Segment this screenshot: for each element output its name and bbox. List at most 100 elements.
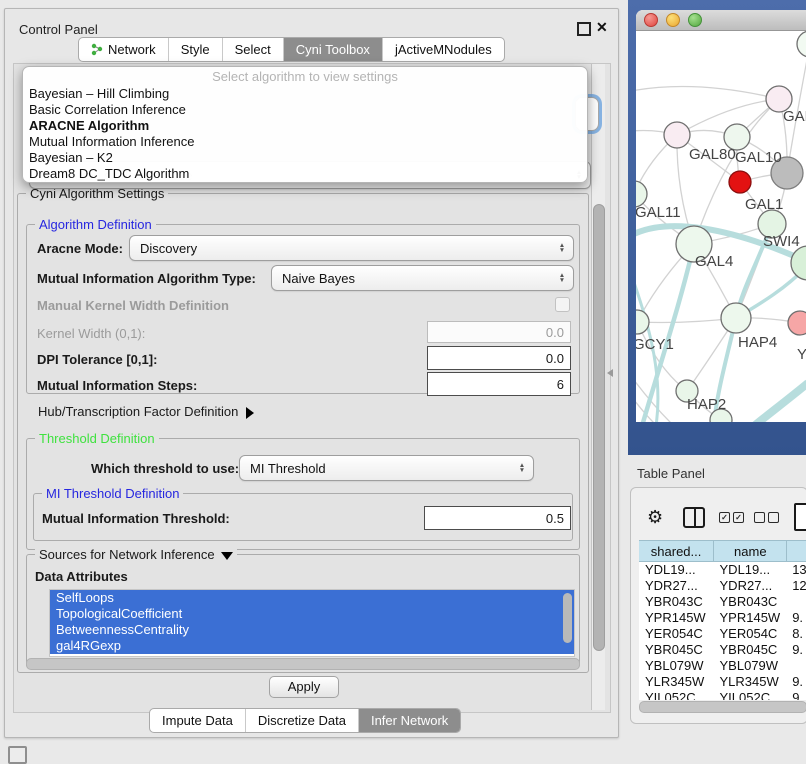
mi-threshold-group: MI Threshold Definition Mutual Informati… — [33, 493, 573, 541]
group-title: Threshold Definition — [35, 431, 159, 446]
table-row[interactable]: YBR045CYBR045C9. — [639, 642, 806, 658]
hub-definition-label: Hub/Transcription Factor Definition — [38, 404, 238, 419]
sources-group-title[interactable]: Sources for Network Inference — [35, 547, 237, 562]
combo-arrows-icon: ▲▼ — [555, 243, 569, 253]
dpi-tolerance-label: DPI Tolerance [0,1]: — [37, 352, 157, 367]
dpi-tolerance-field[interactable]: 0.0 — [427, 346, 571, 370]
combo-arrows-icon: ▲▼ — [555, 273, 569, 283]
table-row[interactable]: YBL079WYBL079W — [639, 658, 806, 674]
algorithm-dropdown-list: Select algorithm to view settings Bayesi… — [22, 66, 588, 183]
table-row[interactable]: YLR345WYLR345W9. — [639, 674, 806, 690]
column-layout-icon[interactable] — [683, 507, 705, 528]
minimize-traffic-light-icon[interactable] — [666, 13, 680, 27]
file-icon[interactable] — [794, 503, 806, 531]
tab-label: Infer Network — [371, 709, 448, 732]
table-row[interactable]: YBR043CYBR043C — [639, 594, 806, 610]
node-label: GAL11 — [636, 204, 681, 221]
manual-kernel-checkbox[interactable] — [555, 297, 570, 312]
column-header-partial[interactable] — [787, 540, 806, 562]
tab-label: Cyni Toolbox — [296, 38, 370, 61]
mini-panel-icon[interactable] — [8, 746, 27, 764]
dropdown-item[interactable]: Bayesian – K2 — [29, 150, 113, 165]
table-header: shared... name — [639, 540, 806, 562]
apply-button[interactable]: Apply — [269, 676, 339, 698]
list-item[interactable]: gal4RGexp — [50, 638, 574, 654]
dropdown-item[interactable]: Bayesian – Hill Climbing — [29, 86, 169, 101]
which-threshold-combo[interactable]: MI Threshold ▲▼ — [239, 455, 534, 481]
tab-label: Select — [235, 38, 271, 61]
splitter-collapse-icon[interactable] — [607, 369, 613, 377]
zoom-traffic-light-icon[interactable] — [688, 13, 702, 27]
control-panel: Control Panel ✕ Network Style Select Cyn… — [4, 8, 619, 738]
algorithm-definition-group: Algorithm Definition Aracne Mode: Discov… — [26, 224, 580, 394]
node-gal80[interactable] — [664, 122, 690, 148]
tab-label: Network — [108, 38, 156, 61]
tab-jactivemnodules[interactable]: jActiveMNodules — [382, 38, 504, 61]
aracne-mode-label: Aracne Mode: — [37, 241, 123, 256]
table-row[interactable]: YDL19...YDL19...13 — [639, 562, 806, 578]
control-panel-title: Control Panel — [19, 22, 98, 37]
scrollbar-thumb[interactable] — [593, 204, 605, 651]
column-header-shared-name[interactable]: shared... — [639, 540, 714, 562]
node-label: GAL — [783, 108, 806, 125]
tab-cyni-toolbox[interactable]: Cyni Toolbox — [283, 38, 382, 61]
sources-group: Sources for Network Inference Data Attri… — [26, 554, 580, 668]
dropdown-item[interactable]: Mutual Information Inference — [29, 134, 194, 149]
table-row[interactable]: YIL052CYIL052C9 — [639, 690, 806, 700]
apply-label: Apply — [288, 679, 321, 694]
tab-select[interactable]: Select — [222, 38, 283, 61]
node-table: shared... name YDL19...YDL19...13 YDR27.… — [639, 540, 806, 713]
dropdown-item[interactable]: Basic Correlation Inference — [29, 102, 186, 117]
table-row[interactable]: YDR27...YDR27...12 — [639, 578, 806, 594]
network-canvas[interactable]: GAL GAL80 GAL10 GAL11 GAL1 SWI4 GAL4 GCY… — [636, 31, 806, 422]
tab-network[interactable]: Network — [79, 38, 168, 61]
node[interactable] — [797, 31, 806, 57]
mi-steps-field[interactable]: 6 — [427, 372, 571, 396]
deselect-all-checkboxes-icon[interactable] — [754, 512, 779, 523]
node-gcy1[interactable] — [636, 310, 649, 334]
node-swi4[interactable] — [791, 246, 806, 280]
float-window-icon[interactable] — [577, 22, 591, 36]
mi-type-combo[interactable]: Naive Bayes ▲▼ — [271, 265, 574, 291]
node-label: SWI4 — [763, 233, 800, 250]
tab-label: Discretize Data — [258, 709, 346, 732]
list-item[interactable]: SelfLoops — [50, 590, 574, 606]
list-scrollbar-thumb[interactable] — [563, 593, 572, 643]
aracne-mode-combo[interactable]: Discovery ▲▼ — [129, 235, 574, 261]
node-hap4[interactable] — [721, 303, 751, 333]
aracne-mode-value: Discovery — [130, 241, 555, 256]
tab-impute-data[interactable]: Impute Data — [150, 709, 245, 732]
hub-definition-expander[interactable]: Hub/Transcription Factor Definition — [38, 404, 254, 419]
which-threshold-label: Which threshold to use: — [91, 461, 239, 476]
node-label: GAL4 — [695, 253, 733, 270]
tab-style[interactable]: Style — [168, 38, 222, 61]
close-traffic-light-icon[interactable] — [644, 13, 658, 27]
table-row[interactable]: YER054CYER054C8. — [639, 626, 806, 642]
table-row[interactable]: YPR145WYPR145W9. — [639, 610, 806, 626]
list-item[interactable]: TopologicalCoefficient — [50, 606, 574, 622]
select-all-checkboxes-icon[interactable]: ✓✓ — [719, 512, 744, 523]
dropdown-item-selected[interactable]: ARACNE Algorithm — [29, 118, 149, 133]
tab-infer-network[interactable]: Infer Network — [358, 709, 460, 732]
close-icon[interactable]: ✕ — [596, 19, 608, 36]
gear-icon[interactable]: ⚙ — [647, 508, 663, 526]
table-horizontal-scrollbar[interactable] — [639, 701, 806, 713]
panel-vertical-scrollbar[interactable] — [591, 64, 605, 710]
group-title: Algorithm Definition — [35, 217, 156, 232]
kernel-width-field[interactable]: 0.0 — [427, 321, 571, 343]
node-red[interactable] — [729, 171, 751, 193]
list-item[interactable]: BetweennessCentrality — [50, 622, 574, 638]
data-attributes-label: Data Attributes — [35, 569, 128, 584]
which-threshold-value: MI Threshold — [240, 461, 515, 476]
dropdown-item[interactable]: Dream8 DC_TDC Algorithm — [29, 166, 189, 181]
mi-steps-label: Mutual Information Steps: — [37, 378, 197, 393]
mi-threshold-field[interactable]: 0.5 — [424, 506, 571, 530]
tab-label: Style — [181, 38, 210, 61]
column-header-name[interactable]: name — [714, 540, 787, 562]
kernel-width-label: Kernel Width (0,1): — [37, 326, 145, 341]
mi-type-value: Naive Bayes — [272, 271, 555, 286]
node-salmon[interactable] — [788, 311, 806, 335]
tab-discretize-data[interactable]: Discretize Data — [245, 709, 358, 732]
dropdown-placeholder: Select algorithm to view settings — [23, 69, 587, 84]
horizontal-scrollbar[interactable] — [26, 658, 580, 670]
